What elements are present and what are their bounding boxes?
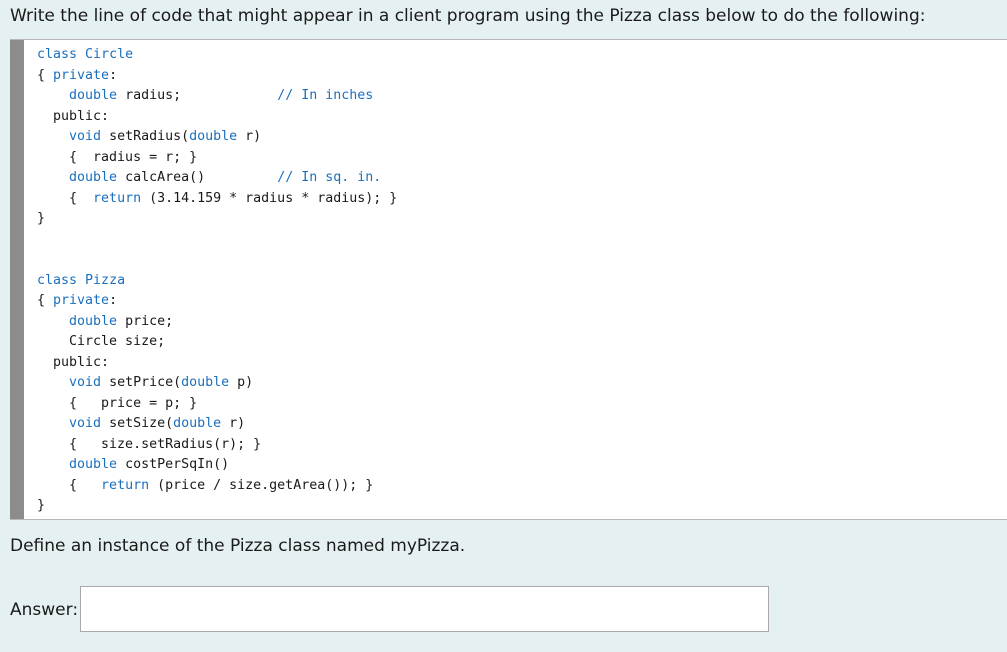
code-keyword: private (53, 67, 110, 83)
code-keyword: Circle (85, 47, 134, 62)
code-keyword: return (101, 477, 150, 493)
code-text: setRadius( (101, 129, 190, 144)
sub-question-text: Define an instance of the Pizza class na… (10, 536, 466, 556)
code-text: { (37, 67, 54, 83)
code-keyword: Pizza (85, 272, 126, 288)
code-keyword: class (37, 47, 86, 62)
code-text: costPerSqIn() (117, 457, 230, 472)
code-text: } (37, 498, 46, 513)
code-text: calcArea() (117, 170, 278, 185)
code-keyword: return (93, 190, 142, 206)
code-keyword: double (189, 129, 238, 144)
code-text: (price / size.getArea()); } (149, 477, 374, 493)
question-text: Write the line of code that might appear… (10, 6, 926, 26)
code-line: { radius = r; } (37, 148, 397, 169)
code-text: : (109, 67, 118, 83)
code-listing: class Circle{ private: double radius; //… (37, 45, 397, 517)
code-text: { (37, 190, 94, 206)
code-keyword: void (69, 416, 102, 431)
code-line: public: (37, 353, 397, 374)
code-text: r) (221, 416, 246, 431)
code-line: { size.setRadius(r); } (37, 435, 397, 456)
code-line: void setPrice(double p) (37, 373, 397, 394)
code-keyword: double (69, 313, 118, 329)
code-keyword: void (69, 129, 102, 144)
code-keyword: double (69, 88, 118, 103)
code-line: void setRadius(double r) (37, 127, 397, 148)
code-block: class Circle{ private: double radius; //… (10, 39, 1007, 520)
code-text: Circle size; (37, 334, 166, 349)
code-line: double costPerSqIn() (37, 455, 397, 476)
code-text: price; (117, 313, 174, 329)
code-keyword: double (173, 416, 222, 431)
code-comment: // In inches (277, 88, 374, 103)
code-line: double price; (37, 312, 397, 333)
code-comment: // In sq. in. (277, 170, 382, 185)
code-line: { private: (37, 66, 397, 87)
code-text: radius; (117, 88, 278, 103)
code-text: public: (37, 354, 110, 370)
code-line: Circle size; (37, 332, 397, 353)
code-line: } (37, 209, 397, 230)
code-text: { price = p; } (37, 395, 198, 411)
code-text: r) (237, 129, 262, 144)
code-line: { price = p; } (37, 394, 397, 415)
code-keyword: double (69, 170, 118, 185)
code-text: setSize( (101, 416, 174, 431)
code-line: } (37, 496, 397, 517)
code-text: public: (37, 108, 110, 124)
code-text: { size.setRadius(r); } (37, 436, 262, 452)
code-line: { private: (37, 291, 397, 312)
code-keyword: double (69, 457, 118, 472)
code-keyword: double (181, 375, 230, 390)
code-line: void setSize(double r) (37, 414, 397, 435)
code-text: (3.14.159 * radius * radius); } (141, 190, 398, 206)
code-line: class Pizza (37, 271, 397, 292)
code-line: double radius; // In inches (37, 86, 397, 107)
code-text: { (37, 477, 102, 493)
code-text: p) (229, 375, 254, 390)
code-keyword: void (69, 375, 102, 390)
answer-input[interactable] (80, 586, 769, 632)
code-line: class Circle (37, 45, 397, 66)
code-text: : (109, 293, 118, 308)
code-line: { return (3.14.159 * radius * radius); } (37, 189, 397, 210)
code-line: public: (37, 107, 397, 128)
code-text: { radius = r; } (37, 149, 198, 165)
code-block-bar (10, 40, 24, 519)
code-text: } (37, 211, 46, 226)
code-text: setPrice( (101, 375, 182, 390)
code-keyword: private (53, 293, 110, 308)
code-keyword: class (37, 272, 86, 288)
code-text: { (37, 293, 54, 308)
answer-label: Answer: (10, 600, 79, 620)
code-line: double calcArea() // In sq. in. (37, 168, 397, 189)
code-line: { return (price / size.getArea()); } (37, 476, 397, 497)
